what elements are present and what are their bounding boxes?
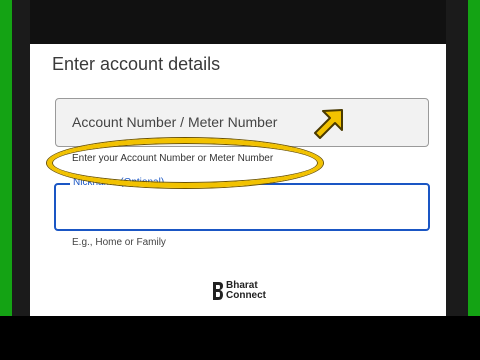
account-number-placeholder: Account Number / Meter Number — [72, 114, 278, 130]
green-side-strip-left — [0, 0, 12, 316]
green-side-strip-right — [468, 0, 480, 316]
bharat-connect-logo-mark-icon — [213, 282, 223, 300]
bottom-black-bar — [0, 316, 480, 360]
bharat-connect-logo: Bharat Connect — [212, 280, 266, 302]
logo-text-line2: Connect — [226, 290, 266, 301]
pointer-arrow-icon — [314, 109, 343, 139]
phone-bezel-right — [446, 0, 468, 316]
video-frame: Enter account details Account Number / M… — [0, 0, 480, 360]
nickname-helper-text: E.g., Home or Family — [72, 237, 166, 248]
highlight-ellipse — [47, 138, 323, 188]
phone-screen: Enter account details Account Number / M… — [30, 44, 446, 316]
page-title: Enter account details — [52, 54, 221, 74]
phone-bezel-left — [12, 0, 30, 316]
nickname-field[interactable]: Nickname (Optional) — [54, 177, 430, 231]
